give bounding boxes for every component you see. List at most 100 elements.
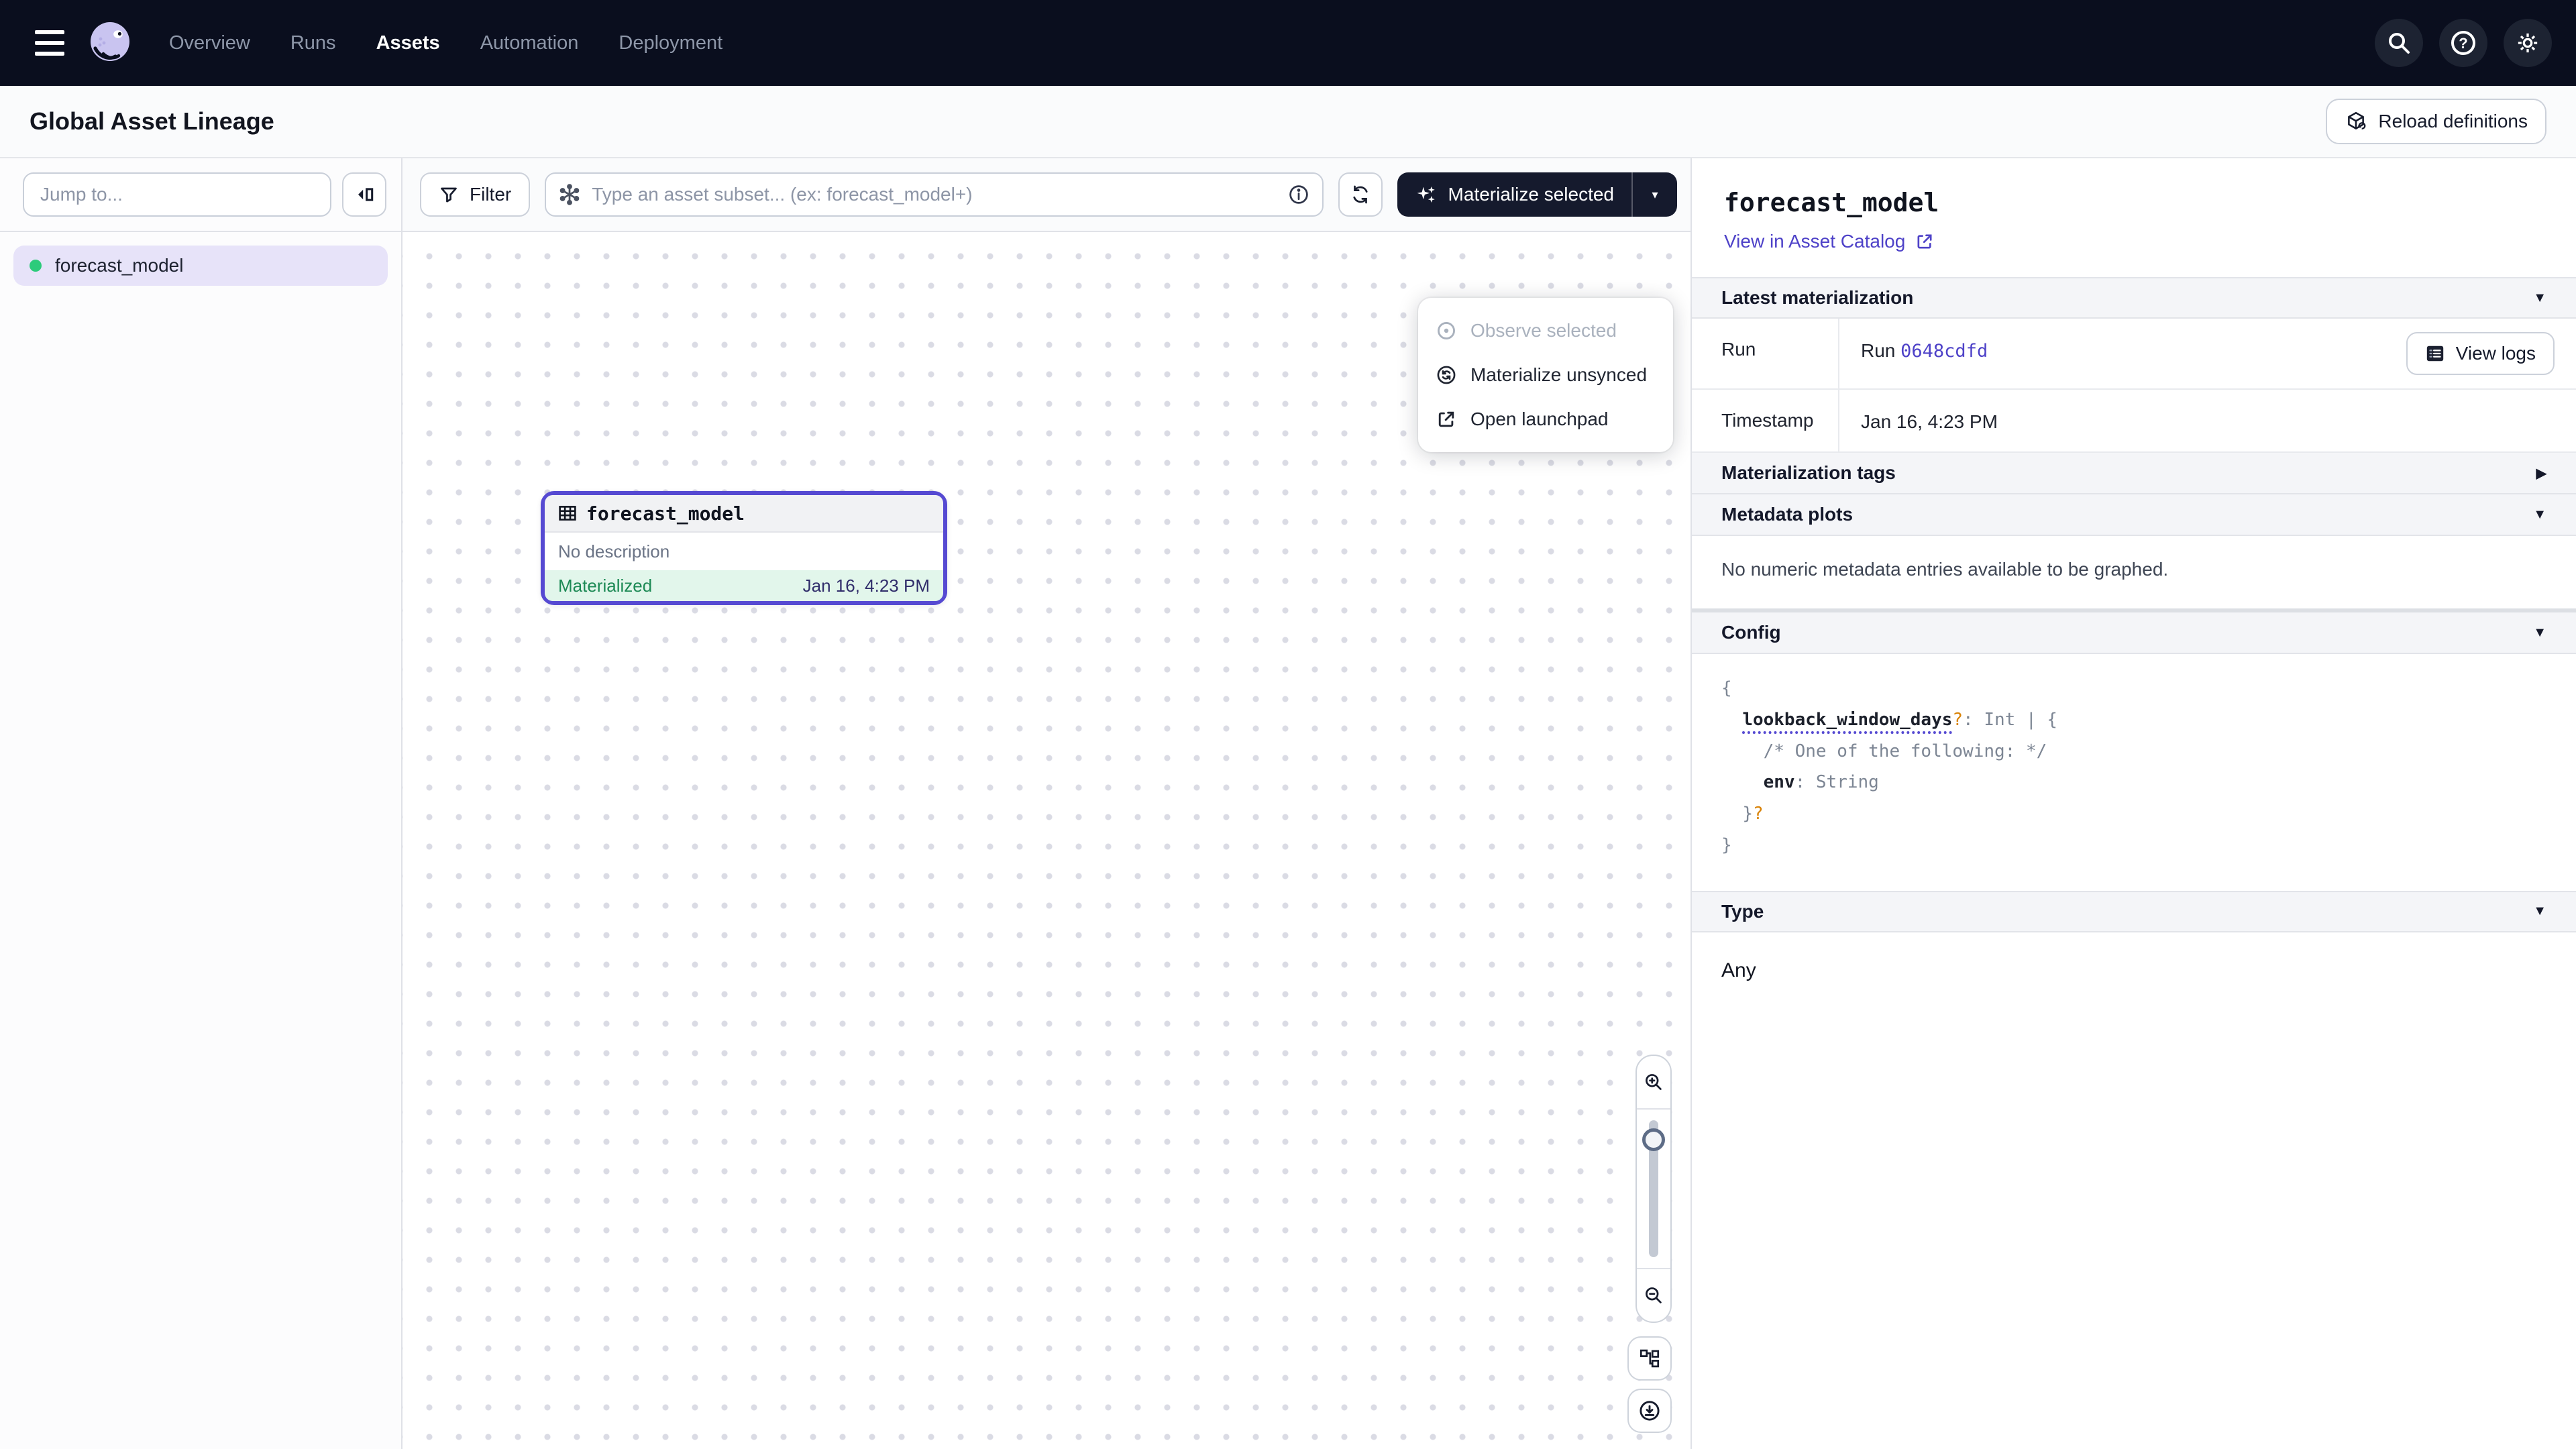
zoom-out-button[interactable] (1637, 1268, 1670, 1322)
reload-definitions-label: Reload definitions (2378, 111, 2528, 132)
asset-name: forecast_model (55, 255, 183, 276)
search-icon (2385, 30, 2412, 56)
zoom-in-icon (1643, 1071, 1664, 1093)
settings-button[interactable] (2504, 19, 2552, 67)
zoom-slider[interactable] (1637, 1110, 1670, 1268)
view-in-asset-catalog-link[interactable]: View in Asset Catalog (1724, 231, 1935, 252)
metadata-empty-note: No numeric metadata entries available to… (1692, 536, 2576, 608)
details-asset-title: forecast_model (1724, 188, 2544, 217)
config-inner-close: } (1742, 804, 1753, 824)
materialize-selected-label: Materialize selected (1448, 184, 1614, 205)
section-metadata-plots[interactable]: Metadata plots ▼ (1692, 494, 2576, 536)
asset-node-header: forecast_model (545, 495, 943, 533)
nav-runs[interactable]: Runs (290, 32, 336, 54)
config-env-type: : String (1795, 772, 1879, 792)
run-text: Run (1861, 340, 1895, 361)
config-type: : Int | { (1963, 710, 2057, 730)
menu-item-materialize-unsynced[interactable]: Materialize unsynced (1418, 353, 1673, 397)
graph-toolbar: Filter (402, 158, 1690, 232)
run-link: Run 0648cdfd (1861, 332, 1988, 362)
title-bar: Global Asset Lineage Reload definitions (0, 86, 2576, 158)
config-comment: /* One of the following: */ (1764, 741, 2047, 761)
materialized-status: Materialized (558, 576, 652, 596)
run-id-link[interactable]: 0648cdfd (1900, 341, 1988, 362)
logs-icon (2425, 343, 2445, 364)
config-code-block: { lookback_window_days?: Int | { /* One … (1692, 654, 2576, 891)
zoom-slider-thumb[interactable] (1642, 1128, 1665, 1151)
open-launchpad-label: Open launchpad (1470, 409, 1609, 430)
section-config[interactable]: Config ▼ (1692, 612, 2576, 654)
reload-cube-icon (2345, 110, 2367, 133)
details-header: forecast_model View in Asset Catalog (1692, 158, 2576, 277)
sparkle-icon (1415, 183, 1438, 206)
materialization-tags-label: Materialization tags (1721, 462, 1896, 484)
sync-circle-icon (1436, 364, 1457, 386)
sidebar-item-forecast-model[interactable]: forecast_model (13, 246, 388, 286)
zoom-out-icon (1643, 1285, 1664, 1306)
collapse-sidebar-button[interactable] (342, 172, 386, 217)
top-nav: Overview Runs Assets Automation Deployme… (0, 0, 2576, 86)
run-value: Run 0648cdfd View logs (1839, 319, 2576, 388)
config-close-brace: } (1721, 835, 1732, 855)
help-icon: ? (2449, 28, 2478, 58)
caret-down-icon: ▼ (2533, 290, 2546, 306)
sidebar-toolbar (0, 158, 401, 232)
graph-layout-icon (1638, 1347, 1661, 1370)
lineage-graph: Filter (402, 158, 1690, 1449)
asset-node-status-row: Materialized Jan 16, 4:23 PM (545, 570, 943, 601)
config-key: lookback_window_days (1742, 710, 1952, 734)
materialize-dropdown-menu: Observe selected Materialize unsynced (1418, 298, 1673, 452)
reload-definitions-button[interactable]: Reload definitions (2326, 99, 2546, 144)
materialize-dropdown-toggle[interactable]: ▾ (1633, 172, 1677, 217)
nav-overview[interactable]: Overview (169, 32, 250, 54)
materialize-selected-button[interactable]: Materialize selected (1397, 172, 1631, 217)
search-button[interactable] (2375, 19, 2423, 67)
filter-funnel-icon (439, 184, 459, 205)
type-value: Any (1692, 932, 2576, 1009)
menu-item-open-launchpad[interactable]: Open launchpad (1418, 397, 1673, 441)
menu-item-observe-selected[interactable]: Observe selected (1418, 309, 1673, 353)
asset-subset-input[interactable] (545, 172, 1323, 217)
config-optional-marker: ? (1753, 804, 1764, 824)
materialized-timestamp: Jan 16, 4:23 PM (803, 576, 930, 596)
latest-materialization-label: Latest materialization (1721, 287, 1913, 309)
external-link-icon (1915, 231, 1935, 252)
view-logs-button[interactable]: View logs (2406, 332, 2555, 375)
run-row: Run Run 0648cdfd View logs (1692, 319, 2576, 390)
section-materialization-tags[interactable]: Materialization tags ▶ (1692, 453, 2576, 494)
materialize-unsynced-label: Materialize unsynced (1470, 364, 1647, 386)
nav-assets[interactable]: Assets (376, 32, 440, 54)
asset-list: forecast_model (0, 232, 401, 299)
nav-deployment[interactable]: Deployment (619, 32, 722, 54)
catalog-link-label: View in Asset Catalog (1724, 231, 1905, 252)
refresh-graph-button[interactable] (1338, 172, 1383, 217)
section-type[interactable]: Type ▼ (1692, 891, 2576, 932)
asset-node-title: forecast_model (586, 502, 745, 525)
timestamp-label: Timestamp (1692, 390, 1839, 451)
caret-down-icon: ▼ (2533, 625, 2546, 641)
run-label: Run (1692, 319, 1839, 388)
nav-automation[interactable]: Automation (480, 32, 579, 54)
refresh-icon (1349, 183, 1372, 206)
download-graph-button[interactable] (1627, 1389, 1672, 1433)
rearrange-graph-button[interactable] (1627, 1336, 1672, 1381)
asset-node-forecast-model[interactable]: forecast_model No description Materializ… (541, 491, 947, 605)
type-label: Type (1721, 901, 1764, 922)
info-icon[interactable] (1287, 183, 1310, 206)
asset-status-dot (30, 260, 42, 272)
graph-canvas[interactable]: forecast_model No description Materializ… (402, 232, 1690, 1449)
zoom-in-button[interactable] (1637, 1056, 1670, 1110)
circle-dot-icon (1436, 320, 1457, 341)
timestamp-text: Jan 16, 4:23 PM (1861, 403, 1998, 433)
hamburger-menu-icon[interactable] (35, 30, 64, 56)
section-latest-materialization[interactable]: Latest materialization ▼ (1692, 277, 2576, 319)
metadata-plots-label: Metadata plots (1721, 504, 1853, 525)
help-button[interactable]: ? (2439, 19, 2487, 67)
filter-button[interactable]: Filter (420, 172, 530, 217)
jump-to-input[interactable] (23, 172, 331, 217)
dagster-logo[interactable] (86, 19, 134, 67)
main-nav: Overview Runs Assets Automation Deployme… (169, 32, 722, 54)
caret-right-icon: ▶ (2536, 465, 2546, 482)
asset-details-panel: forecast_model View in Asset Catalog Lat… (1690, 158, 2576, 1449)
svg-text:?: ? (2459, 35, 2467, 52)
